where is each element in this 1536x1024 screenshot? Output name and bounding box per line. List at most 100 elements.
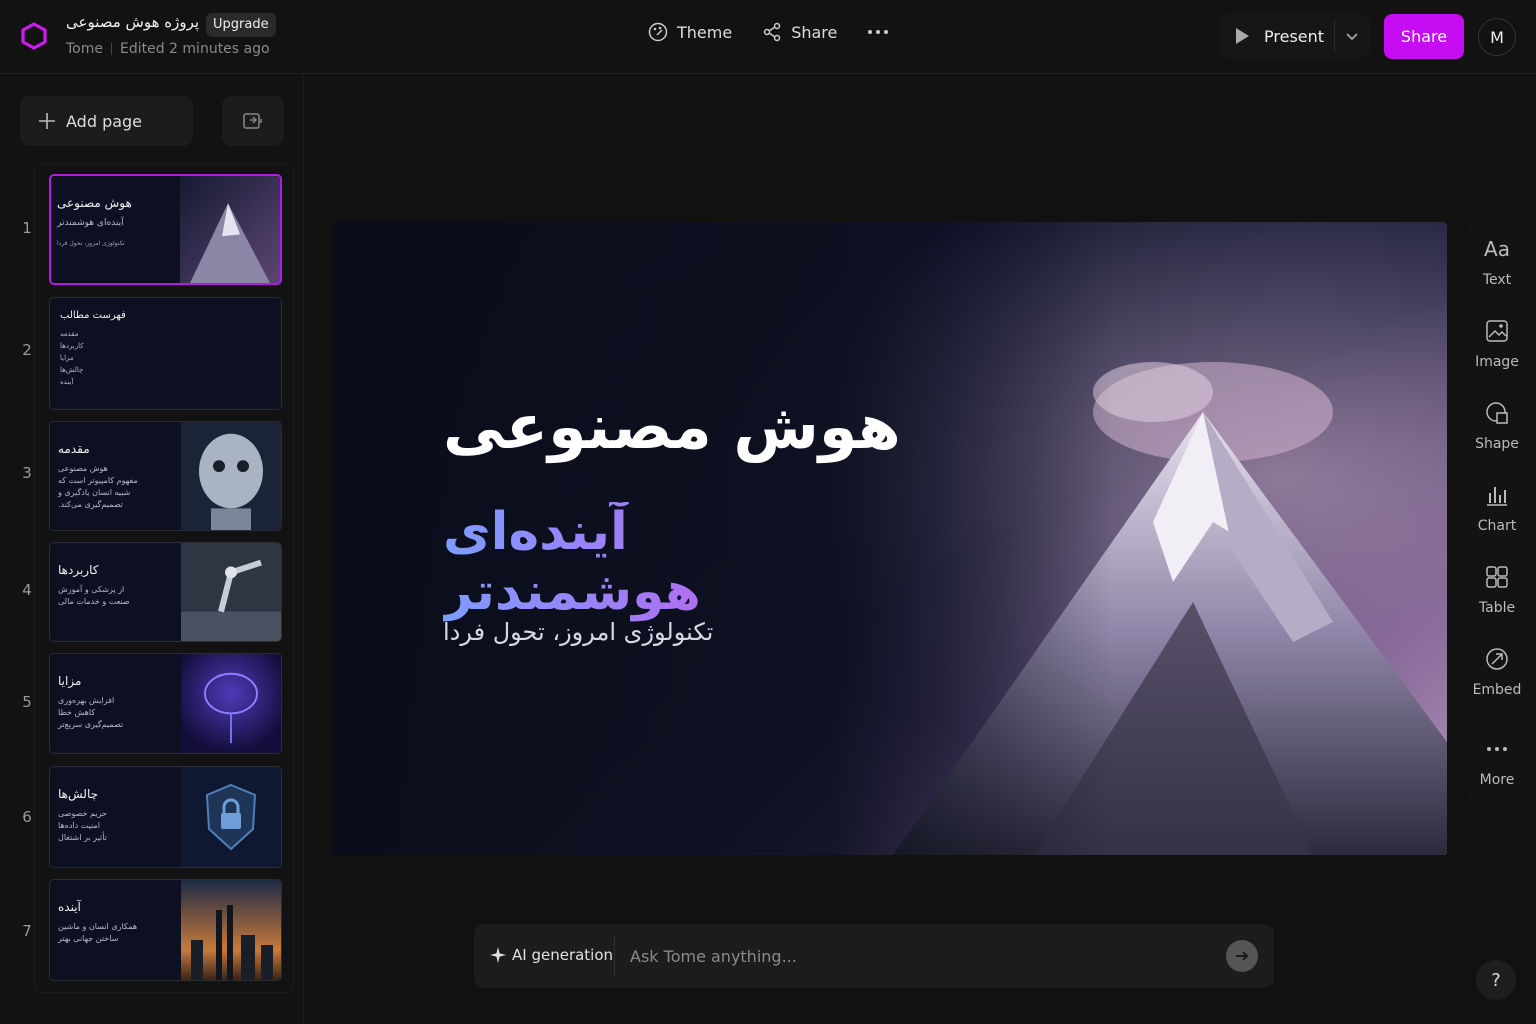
slide-tagline[interactable]: تکنولوژی امروز، تحول فردا	[443, 618, 903, 646]
ai-generation-button[interactable]: AI generation	[490, 946, 613, 964]
share-nodes-icon	[763, 22, 781, 42]
ai-generation-label: AI generation	[512, 946, 614, 964]
toolbar-more-button[interactable]: More	[1466, 734, 1528, 788]
thumbnail-subtitle: آینده‌ای هوشمندتر	[57, 218, 124, 228]
more-menu-button[interactable]	[867, 29, 889, 35]
thumbnail-text: چالش‌ها حریم خصوصی امنیت داده‌ها تأثیر ب…	[58, 767, 173, 844]
theme-label: Theme	[677, 22, 733, 42]
thumbnail-line: امنیت داده‌ها	[58, 821, 100, 830]
sparkle-icon	[490, 947, 506, 963]
present-control: Present	[1220, 14, 1370, 58]
toolbar-image-button[interactable]: Image	[1466, 316, 1528, 370]
send-button[interactable]	[1226, 940, 1258, 972]
arrow-right-icon	[1236, 951, 1249, 961]
add-page-label: Add page	[66, 111, 143, 131]
thumbnail-line: حریم خصوصی	[58, 809, 107, 818]
thumbnail-text: فهرست مطالب مقدمه کاربردها مزایا چالش‌ها…	[60, 298, 150, 388]
thumbnail-title: چالش‌ها	[58, 787, 99, 801]
toolbar-label: Chart	[1477, 518, 1517, 534]
toolbar-shape-button[interactable]: Shape	[1466, 398, 1528, 452]
thumbnail-text: مزایا افزایش بهره‌وری کاهش خطا تصمیم‌گیر…	[58, 654, 173, 731]
text-icon: Aa	[1484, 237, 1510, 261]
thumbnail-title: هوش مصنوعی	[57, 196, 132, 210]
theme-button[interactable]: Theme	[648, 22, 732, 42]
page-number: 3	[22, 464, 32, 482]
slide-canvas[interactable]: هوش مصنوعی آینده‌ای هوشمندتر تکنولوژی ام…	[333, 222, 1447, 855]
add-page-button[interactable]: Add page	[20, 96, 193, 146]
app-name: Tome	[66, 41, 103, 57]
upgrade-badge[interactable]: Upgrade	[206, 13, 276, 37]
thumbnail-line: صنعت و خدمات مالی	[58, 597, 130, 606]
share-link-button[interactable]: Share	[762, 22, 837, 42]
edited-status: Edited 2 minutes ago	[120, 41, 270, 57]
share-button[interactable]: Share	[1384, 14, 1464, 59]
toolbar-chart-button[interactable]: Chart	[1466, 480, 1528, 534]
plus-icon	[39, 113, 55, 129]
page-number: 4	[22, 581, 32, 599]
page-thumbnail-6[interactable]: چالش‌ها حریم خصوصی امنیت داده‌ها تأثیر ب…	[49, 766, 282, 868]
toolbar-text-button[interactable]: Aa Text	[1466, 234, 1528, 288]
page-thumbnail-3[interactable]: مقدمه هوش مصنوعی مفهوم کامپیوتر است که ش…	[49, 421, 282, 531]
thumbnail-tagline: تکنولوژی امروز، تحول فردا	[57, 240, 125, 247]
ai-prompt-input[interactable]	[630, 941, 1190, 971]
thumbnail-line: همکاری انسان و ماشین	[58, 922, 138, 931]
ai-prompt-bar: AI generation	[474, 924, 1274, 988]
thumbnail-text: هوش مصنوعی آینده‌ای هوشمندتر تکنولوژی ام…	[57, 176, 172, 247]
chevron-down-icon[interactable]	[1344, 28, 1360, 44]
toolbar-label: Image	[1475, 354, 1519, 370]
more-icon	[1486, 734, 1508, 764]
toolbar-label: Table	[1478, 600, 1516, 616]
page-number: 6	[22, 808, 32, 826]
lock-shield-thumbnail-image	[181, 767, 281, 867]
insert-toolbar: Aa Text Image Shape Chart Table Embed Mo…	[1466, 222, 1528, 802]
page-thumbnail-1[interactable]: هوش مصنوعی آینده‌ای هوشمندتر تکنولوژی ام…	[49, 174, 282, 285]
thumbnail-line: کاربردها	[60, 342, 84, 350]
slide-subtitle[interactable]: آینده‌ای هوشمندتر	[443, 502, 903, 622]
thumbnail-text: مقدمه هوش مصنوعی مفهوم کامپیوتر است که ش…	[58, 422, 173, 511]
toolbar-label: Shape	[1475, 436, 1519, 452]
thumbnail-line: مفهوم کامپیوتر است که	[58, 476, 138, 485]
page-thumbnail-4[interactable]: کاربردها از پزشکی و آموزش صنعت و خدمات م…	[49, 542, 282, 642]
toolbar-table-button[interactable]: Table	[1466, 562, 1528, 616]
share-link-label: Share	[791, 22, 838, 42]
page-thumbnail-7[interactable]: آینده همکاری انسان و ماشین ساختن جهانی ب…	[49, 879, 282, 981]
page-number: 2	[22, 341, 32, 359]
project-meta: Tome Edited 2 minutes ago	[66, 41, 270, 57]
slide-title[interactable]: هوش مصنوعی	[443, 390, 903, 463]
chart-icon	[1485, 480, 1509, 510]
top-center-actions: Theme Share	[648, 22, 889, 42]
import-icon	[243, 113, 262, 129]
help-button[interactable]: ?	[1476, 960, 1516, 1000]
palette-icon	[648, 22, 668, 42]
thumbnail-line: کاهش خطا	[58, 708, 96, 717]
thumbnail-line: شبیه انسان یادگیری و	[58, 488, 131, 497]
toolbar-label: Text	[1482, 272, 1512, 288]
page-thumbnail-2[interactable]: فهرست مطالب مقدمه کاربردها مزایا چالش‌ها…	[49, 297, 282, 410]
user-avatar[interactable]: M	[1478, 18, 1516, 56]
toolbar-embed-button[interactable]: Embed	[1466, 644, 1528, 698]
table-icon	[1485, 562, 1509, 592]
thumbnail-line: تأثیر بر اشتغال	[58, 833, 107, 842]
tome-logo-icon[interactable]	[20, 22, 48, 50]
import-page-button[interactable]	[222, 96, 284, 146]
toolbar-label: Embed	[1472, 682, 1522, 698]
thumbnail-text: آینده همکاری انسان و ماشین ساختن جهانی ب…	[58, 880, 173, 945]
thumbnail-line: تصمیم‌گیری می‌کند.	[58, 500, 123, 509]
play-icon[interactable]	[1234, 27, 1250, 45]
thumbnail-line: آینده	[60, 378, 74, 386]
thumbnail-title: فهرست مطالب	[60, 310, 126, 321]
project-title[interactable]: پروژه هوش مصنوعی	[66, 13, 199, 31]
page-thumbnail-5[interactable]: مزایا افزایش بهره‌وری کاهش خطا تصمیم‌گیر…	[49, 653, 282, 754]
thumbnail-line: هوش مصنوعی	[58, 464, 108, 473]
present-button[interactable]: Present	[1264, 27, 1324, 46]
top-bar: پروژه هوش مصنوعی Upgrade Tome Edited 2 m…	[0, 0, 1536, 74]
brain-thumbnail-image	[181, 654, 281, 753]
thumbnail-line: مقدمه	[60, 330, 79, 338]
thumbnail-title: آینده	[58, 900, 81, 914]
thumbnail-title: مقدمه	[58, 442, 90, 456]
thumbnail-title: مزایا	[58, 674, 82, 688]
thumbnail-line: تصمیم‌گیری سریع‌تر	[58, 720, 124, 729]
meta-divider	[111, 43, 112, 55]
present-divider	[1334, 20, 1335, 52]
city-skyline-thumbnail-image	[181, 880, 281, 980]
